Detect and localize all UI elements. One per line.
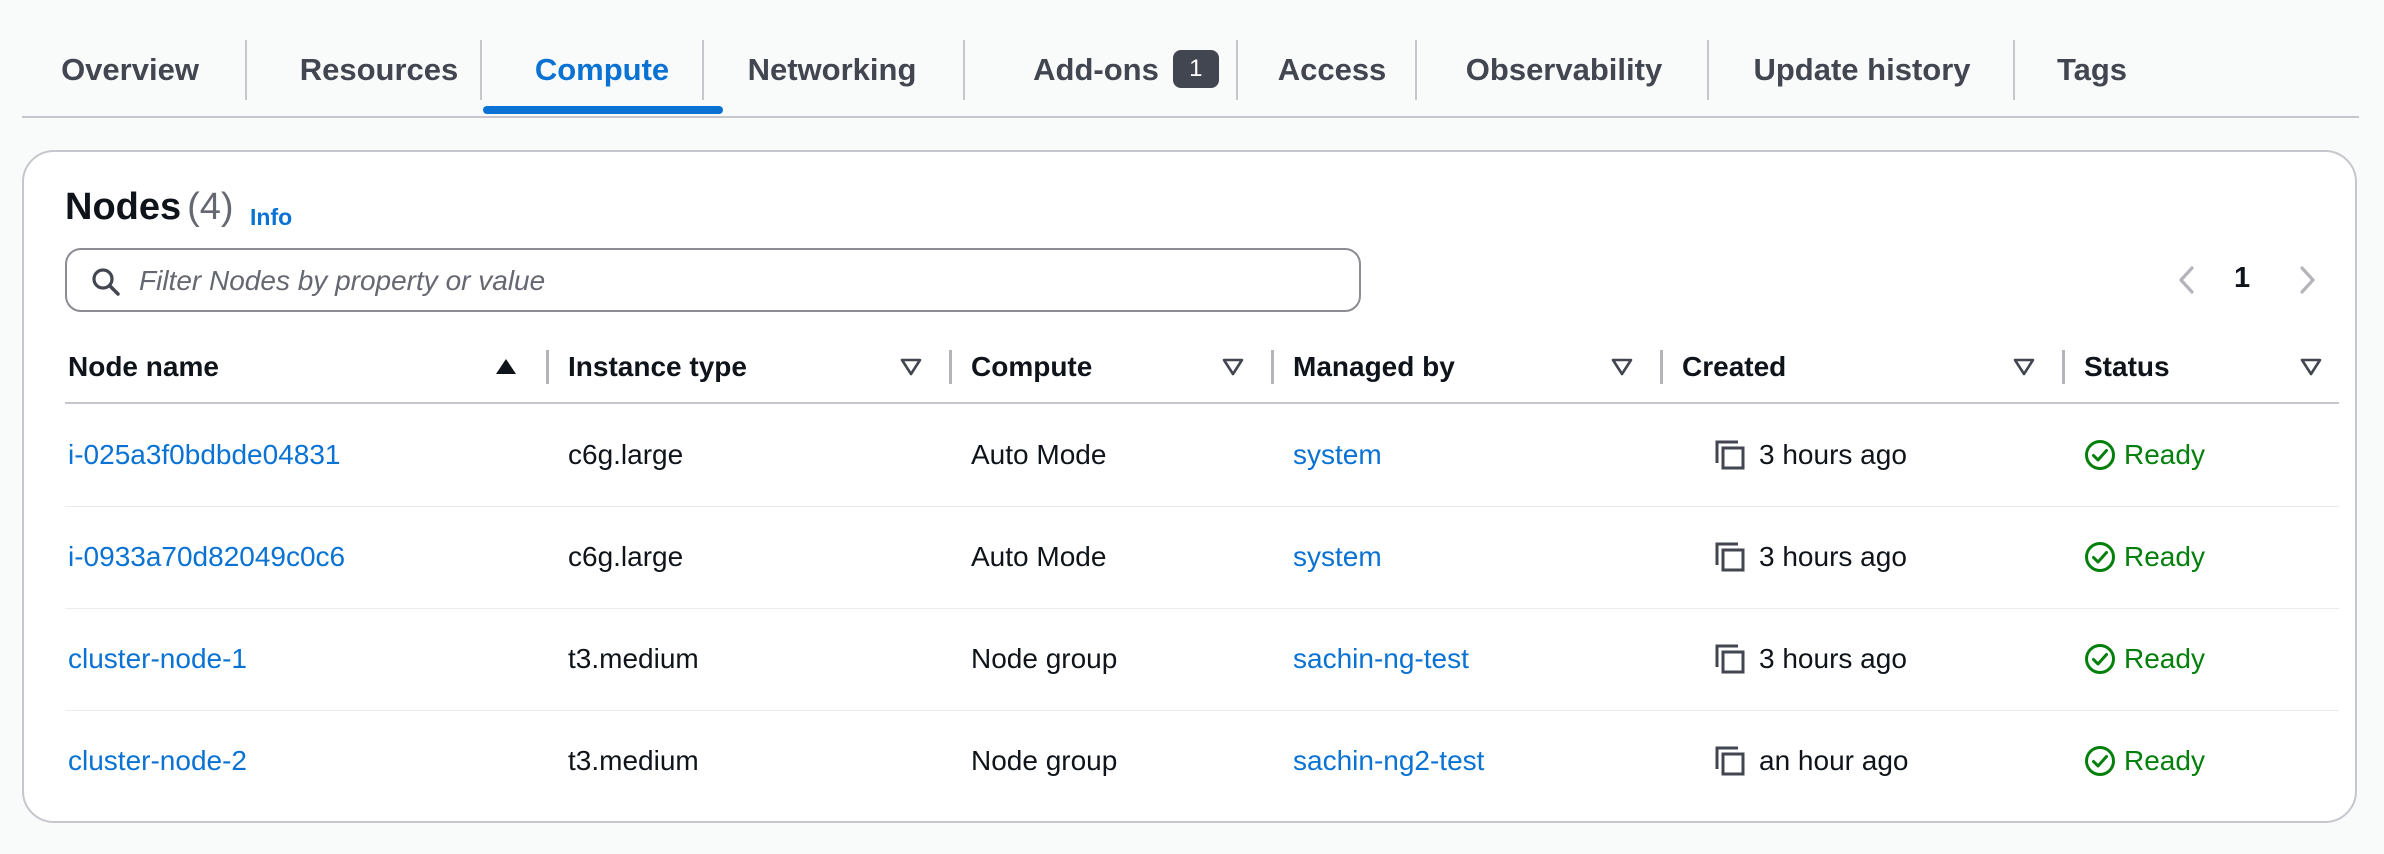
created-cell: an hour ago [1759, 745, 1909, 776]
instance-type-cell: c6g.large [568, 439, 684, 470]
copy-icon[interactable] [1713, 642, 1747, 676]
status-cell: Ready [2084, 710, 2284, 812]
column-resizer[interactable] [2062, 350, 2065, 384]
nodes-panel: Nodes(4) Info 1 Node name Instance type … [22, 150, 2357, 823]
column-header-managed-by[interactable]: Managed by [1293, 332, 1455, 402]
page-number[interactable]: 1 [2234, 262, 2250, 295]
tab-compute[interactable]: Compute [504, 38, 700, 102]
status-cell: Ready [2084, 608, 2284, 710]
tab-access[interactable]: Access [1257, 38, 1407, 102]
created-cell: 3 hours ago [1759, 541, 1907, 572]
status-text: Ready [2124, 745, 2205, 776]
tab-divider [702, 40, 704, 100]
column-header-status[interactable]: Status [2084, 332, 2170, 402]
sort-ascending-icon[interactable] [495, 356, 517, 378]
status-check-icon [2085, 542, 2115, 572]
status-check-icon [2085, 746, 2115, 776]
node-name-link[interactable]: cluster-node-2 [68, 710, 247, 812]
column-resizer[interactable] [1660, 350, 1663, 384]
sort-icon[interactable] [2300, 356, 2322, 378]
add-ons-count-badge: 1 [1172, 49, 1219, 88]
table-row: i-025a3f0bdbde04831 c6g.large Auto Mode … [65, 404, 2339, 507]
tab-divider [1236, 40, 1238, 100]
column-header-created[interactable]: Created [1682, 332, 1786, 402]
copy-icon[interactable] [1713, 438, 1747, 472]
column-header-instance-type[interactable]: Instance type [568, 332, 747, 402]
compute-cell: Node group [971, 745, 1118, 776]
column-resizer[interactable] [546, 350, 549, 384]
managed-by-link[interactable]: system [1293, 506, 1382, 608]
managed-by-link[interactable]: system [1293, 404, 1382, 506]
copy-icon[interactable] [1713, 744, 1747, 778]
tab-observability[interactable]: Observability [1435, 38, 1693, 102]
node-name-link[interactable]: i-025a3f0bdbde04831 [68, 404, 340, 506]
node-name-link[interactable]: cluster-node-1 [68, 608, 247, 710]
sort-icon[interactable] [2013, 356, 2035, 378]
compute-cell: Auto Mode [971, 439, 1107, 470]
chevron-left-icon[interactable] [2174, 264, 2200, 296]
table-row: i-0933a70d82049c0c6 c6g.large Auto Mode … [65, 506, 2339, 609]
tab-networking[interactable]: Networking [722, 38, 942, 102]
tab-divider [963, 40, 965, 100]
tab-add-ons-label: Add-ons [1033, 52, 1159, 87]
compute-cell: Auto Mode [971, 541, 1107, 572]
tab-divider [1707, 40, 1709, 100]
tab-divider [1415, 40, 1417, 100]
status-text: Ready [2124, 439, 2205, 470]
node-name-link[interactable]: i-0933a70d82049c0c6 [68, 506, 345, 608]
tab-tags[interactable]: Tags [2042, 38, 2142, 102]
search-icon [92, 268, 120, 296]
column-resizer[interactable] [949, 350, 952, 384]
column-header-compute[interactable]: Compute [971, 332, 1092, 402]
status-check-icon [2085, 644, 2115, 674]
info-link[interactable]: Info [250, 204, 292, 231]
copy-icon[interactable] [1713, 540, 1747, 574]
instance-type-cell: c6g.large [568, 541, 684, 572]
status-text: Ready [2124, 643, 2205, 674]
table-row: cluster-node-1 t3.medium Node group sach… [65, 608, 2339, 711]
status-cell: Ready [2084, 404, 2284, 506]
nodes-count: (4) [187, 186, 234, 228]
tab-bar: Overview Resources Compute Networking Ad… [22, 0, 2359, 118]
active-tab-indicator [483, 106, 723, 114]
sort-icon[interactable] [1222, 356, 1244, 378]
compute-cell: Node group [971, 643, 1118, 674]
filter-box[interactable] [65, 248, 1361, 312]
tab-overview[interactable]: Overview [42, 38, 218, 102]
created-cell: 3 hours ago [1759, 643, 1907, 674]
tab-divider [480, 40, 482, 100]
instance-type-cell: t3.medium [568, 643, 699, 674]
instance-type-cell: t3.medium [568, 745, 699, 776]
column-header-node-name[interactable]: Node name [68, 332, 219, 402]
tab-update-history[interactable]: Update history [1729, 38, 1995, 102]
tab-divider [2013, 40, 2015, 100]
status-cell: Ready [2084, 506, 2284, 608]
status-text: Ready [2124, 541, 2205, 572]
panel-title: Nodes (4) [65, 186, 234, 229]
tab-add-ons[interactable]: Add-ons 1 [1006, 38, 1246, 102]
column-resizer[interactable] [1271, 350, 1274, 384]
status-check-icon [2085, 440, 2115, 470]
chevron-right-icon[interactable] [2294, 264, 2320, 296]
table-header: Node name Instance type Compute Managed … [65, 332, 2339, 404]
tab-resources[interactable]: Resources [273, 38, 485, 102]
created-cell: 3 hours ago [1759, 439, 1907, 470]
nodes-title: Nodes [65, 186, 182, 228]
tab-divider [245, 40, 247, 100]
sort-icon[interactable] [1611, 356, 1633, 378]
filter-nodes-input[interactable] [137, 260, 1341, 302]
table-row: cluster-node-2 t3.medium Node group sach… [65, 710, 2339, 812]
managed-by-link[interactable]: sachin-ng2-test [1293, 710, 1484, 812]
sort-icon[interactable] [900, 356, 922, 378]
managed-by-link[interactable]: sachin-ng-test [1293, 608, 1469, 710]
